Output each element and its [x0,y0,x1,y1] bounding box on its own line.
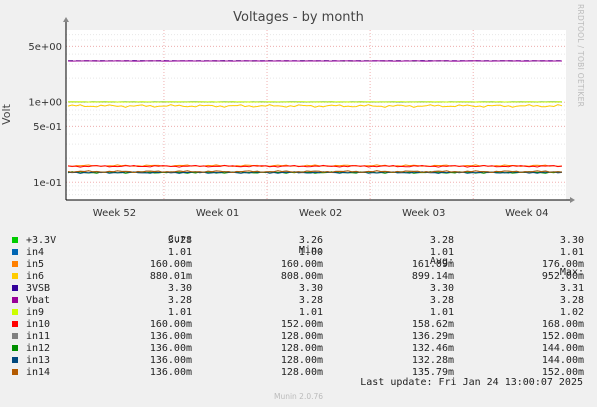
legend-min-value: 160.00m [280,259,323,270]
legend-avg-value: 136.29m [411,331,454,342]
legend-min-value: 128.00m [280,367,323,378]
legend-max-value: 152.00m [541,331,584,342]
legend-row: in4 1.01 1.00 1.01 1.01 [12,247,587,259]
legend-cur-value: 136.00m [149,331,192,342]
legend-cur-value: 880.01m [149,271,192,282]
legend-avg-value: 132.46m [411,343,454,354]
legend-max-value: 952.00m [541,271,584,282]
legend-max-value: 3.31 [559,283,584,294]
legend-series-name: in11 [26,331,51,342]
legend-min-value: 3.28 [298,295,323,306]
legend-cur-value: 136.00m [149,343,192,354]
legend-min-value: 128.00m [280,355,323,366]
legend-swatch [12,369,18,375]
legend-row: in12 136.00m 128.00m 132.46m 144.00m [12,343,587,355]
legend-series-name: in9 [26,307,45,318]
legend-swatch [12,297,18,303]
x-axis-arrow [570,197,575,203]
y-tick-label: 5e+00 [28,42,62,53]
legend-max-value: 1.01 [559,247,584,258]
legend-row: in9 1.01 1.01 1.01 1.02 [12,307,587,319]
y-axis-arrow [63,17,69,22]
legend-avg-value: 3.28 [429,295,454,306]
x-tick-label: Week 01 [196,208,239,219]
legend-series-name: in5 [26,259,45,270]
x-tick-label: Week 02 [299,208,342,219]
legend-min-value: 128.00m [280,343,323,354]
legend-min-value: 3.26 [298,235,323,246]
legend-series-name: in14 [26,367,51,378]
legend-avg-value: 158.62m [411,319,454,330]
legend-swatch [12,333,18,339]
legend-row: in11 136.00m 128.00m 136.29m 152.00m [12,331,587,343]
legend-swatch [12,249,18,255]
x-tick-label: Week 52 [93,208,136,219]
legend-cur-value: 1.01 [167,307,192,318]
legend-min-value: 152.00m [280,319,323,330]
legend-max-value: 3.28 [559,295,584,306]
chart-plot: 5e+00 1e+00 5e-01 1e-01 Week 52 Week 01 Week 0… [28,17,575,219]
legend-cur-value: 160.00m [149,259,192,270]
legend-series-name: 3VSB [26,283,51,294]
legend-row: in13 136.00m 128.00m 132.28m 144.00m [12,355,587,367]
legend-row: in6 880.01m 808.00m 899.14m 952.00m [12,271,587,283]
legend-series-name: in4 [26,247,45,258]
legend-avg-value: 132.28m [411,355,454,366]
legend-series-name: +3.3V [26,235,57,246]
legend-avg-value: 1.01 [429,307,454,318]
legend-cur-value: 3.30 [167,283,192,294]
legend-series-name: in12 [26,343,51,354]
legend-max-value: 144.00m [541,355,584,366]
legend-cur-value: 3.28 [167,235,192,246]
legend-cur-value: 3.28 [167,295,192,306]
legend-swatch [12,285,18,291]
legend-row: +3.3V 3.28 3.26 3.28 3.30 [12,235,587,247]
legend-cur-value: 160.00m [149,319,192,330]
legend-swatch [12,273,18,279]
legend-avg-value: 161.09m [411,259,454,270]
legend-swatch [12,309,18,315]
y-tick-label: 1e-01 [33,178,62,189]
legend-cur-value: 136.00m [149,367,192,378]
legend-max-value: 144.00m [541,343,584,354]
legend-swatch [12,321,18,327]
y-tick-label: 1e+00 [28,98,62,109]
legend-max-value: 3.30 [559,235,584,246]
legend-max-value: 168.00m [541,319,584,330]
legend-min-value: 128.00m [280,331,323,342]
legend-swatch [12,261,18,267]
legend-avg-value: 3.30 [429,283,454,294]
legend-series-name: Vbat [26,295,51,306]
legend-max-value: 1.02 [559,307,584,318]
legend-avg-value: 1.01 [429,247,454,258]
legend-series-name: in10 [26,319,51,330]
legend-min-value: 1.01 [298,307,323,318]
legend-row: 3VSB 3.30 3.30 3.30 3.31 [12,283,587,295]
legend-max-value: 176.00m [541,259,584,270]
legend-series-name: in13 [26,355,51,366]
munin-version: Munin 2.0.76 [273,392,324,401]
legend-avg-value: 3.28 [429,235,454,246]
x-tick-label: Week 03 [402,208,445,219]
legend-min-value: 3.30 [298,283,323,294]
x-tick-label: Week 04 [505,208,548,219]
legend-row: in10 160.00m 152.00m 158.62m 168.00m [12,319,587,331]
legend-row: in5 160.00m 160.00m 161.09m 176.00m [12,259,587,271]
legend-row: Vbat 3.28 3.28 3.28 3.28 [12,295,587,307]
legend-cur-value: 136.00m [149,355,192,366]
last-update: Last update: Fri Jan 24 13:00:07 2025 [360,377,583,388]
y-tick-label: 5e-01 [33,122,62,133]
legend-avg-value: 899.14m [411,271,454,282]
legend-swatch [12,357,18,363]
legend-min-value: 808.00m [280,271,323,282]
legend-swatch [12,345,18,351]
legend-min-value: 1.00 [298,247,323,258]
legend-cur-value: 1.01 [167,247,192,258]
legend-header: Cur: Min: Avg: Max: [12,223,587,278]
legend-swatch [12,237,18,243]
legend-series-name: in6 [26,271,45,282]
